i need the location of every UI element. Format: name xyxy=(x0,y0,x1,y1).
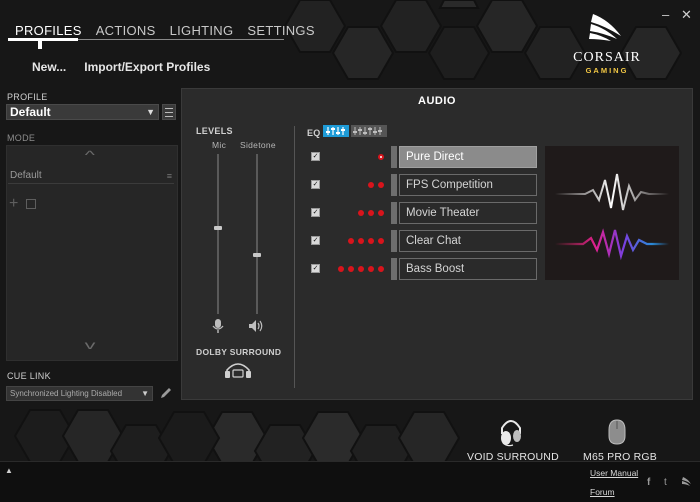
eq-preset-tab xyxy=(391,258,397,280)
eq-intensity-dot xyxy=(358,266,364,272)
corsair-logo: CORSAIR GAMING xyxy=(562,12,652,75)
eq-intensity-dot xyxy=(358,238,364,244)
nav-active-indicator xyxy=(8,38,78,41)
eq-preset-button[interactable]: Clear Chat xyxy=(399,230,537,252)
cue-link-select[interactable]: Synchronized Lighting Disabled ▼ xyxy=(6,386,153,401)
eq-preset-tab xyxy=(391,230,397,252)
logo-sub: GAMING xyxy=(585,66,629,75)
eq-intensity-dot xyxy=(378,238,384,244)
eq-preset-button[interactable]: Bass Boost xyxy=(399,258,537,280)
expand-up-icon[interactable]: ▲ xyxy=(5,466,13,475)
levels-label: LEVELS xyxy=(196,126,233,136)
profile-select[interactable]: Default ▼ xyxy=(6,104,159,120)
eq-intensity-dots xyxy=(320,266,388,274)
sidetone-label: Sidetone xyxy=(240,140,276,150)
import-export-link[interactable]: Import/Export Profiles xyxy=(84,60,210,74)
sidetone-slider-thumb[interactable] xyxy=(253,253,261,258)
waveform-icon xyxy=(555,173,669,261)
duplicate-mode-icon[interactable] xyxy=(26,199,36,209)
edit-pencil-icon[interactable] xyxy=(159,386,173,400)
logo-brand: CORSAIR xyxy=(573,50,641,65)
eq-preset-button[interactable]: FPS Competition xyxy=(399,174,537,196)
cue-link-value: Synchronized Lighting Disabled xyxy=(10,389,123,398)
eq-intensity-dot xyxy=(368,238,374,244)
user-manual-link[interactable]: User Manual xyxy=(590,468,638,478)
eq-preset-checkbox[interactable]: ✓ xyxy=(311,152,320,161)
eq-preset-tab xyxy=(391,146,397,168)
audio-title: AUDIO xyxy=(418,95,456,107)
dolby-label: DOLBY SURROUND xyxy=(196,347,282,357)
profile-menu-button[interactable] xyxy=(162,104,176,120)
eq-preset-tab xyxy=(391,202,397,224)
minimize-button[interactable]: – xyxy=(662,7,669,22)
close-button[interactable]: ✕ xyxy=(681,7,692,23)
facebook-icon[interactable]: f xyxy=(647,477,650,488)
forum-link[interactable]: Forum xyxy=(590,487,615,497)
headset-device-icon[interactable] xyxy=(497,414,525,448)
mode-item-label: Default xyxy=(10,170,42,181)
twitter-icon[interactable]: t xyxy=(664,477,667,488)
profile-label: PROFILE xyxy=(7,92,48,102)
eq-intensity-dot xyxy=(348,266,354,272)
eq-preset-checkbox[interactable]: ✓ xyxy=(311,180,320,189)
add-mode-icon[interactable]: + xyxy=(9,196,18,212)
new-profile-link[interactable]: New... xyxy=(32,60,66,74)
mic-label: Mic xyxy=(212,140,227,150)
eq-label: EQ xyxy=(307,128,321,138)
mode-list-item[interactable]: Default ≡ xyxy=(8,170,174,184)
eq-preset-button[interactable]: Pure Direct xyxy=(399,146,537,168)
speaker-icon[interactable] xyxy=(248,319,266,333)
eq-intensity-dots xyxy=(320,154,388,162)
eq-intensity-dots xyxy=(320,210,388,218)
mic-slider-track[interactable] xyxy=(217,154,219,314)
eq-intensity-dot xyxy=(338,266,344,272)
eq-intensity-dot xyxy=(368,182,374,188)
eq-intensity-dot xyxy=(378,154,384,160)
profile-subnav: New... Import/Export Profiles xyxy=(32,60,210,74)
audio-visualizer xyxy=(545,146,679,280)
tab-lighting[interactable]: LIGHTING xyxy=(163,21,241,44)
eq-preset-button[interactable]: Movie Theater xyxy=(399,202,537,224)
eq-preset-checkbox[interactable]: ✓ xyxy=(311,208,320,217)
eq-intensity-dot xyxy=(368,266,374,272)
dropdown-arrow-icon: ▼ xyxy=(146,107,155,117)
mouse-device-icon[interactable] xyxy=(607,418,627,446)
eq-intensity-dots xyxy=(320,182,388,190)
corsair-social-icon[interactable] xyxy=(681,476,693,488)
sails-icon xyxy=(589,14,621,41)
eq-custom-icon[interactable] xyxy=(351,125,387,137)
chevron-up-icon[interactable]: ^ xyxy=(85,148,95,162)
microphone-icon[interactable] xyxy=(211,318,225,334)
eq-intensity-dots xyxy=(320,238,388,246)
dropdown-arrow-icon: ▼ xyxy=(141,389,149,398)
eq-preset-tab xyxy=(391,174,397,196)
eq-preset-checkbox[interactable]: ✓ xyxy=(311,236,320,245)
eq-intensity-dot xyxy=(378,210,384,216)
eq-intensity-dot xyxy=(358,210,364,216)
headphones-icon[interactable] xyxy=(223,360,253,380)
mic-slider-thumb[interactable] xyxy=(214,226,222,230)
tab-settings[interactable]: SETTINGS xyxy=(240,21,321,44)
nav-active-caret xyxy=(38,41,42,49)
eq-preset-icon[interactable] xyxy=(323,125,349,137)
mode-label: MODE xyxy=(7,133,36,143)
cue-link-label: CUE LINK xyxy=(7,371,51,381)
eq-intensity-dot xyxy=(348,238,354,244)
eq-intensity-dot xyxy=(378,182,384,188)
eq-intensity-dot xyxy=(368,210,374,216)
chevron-down-icon[interactable]: v xyxy=(85,338,96,352)
eq-preset-checkbox[interactable]: ✓ xyxy=(311,264,320,273)
eq-intensity-dot xyxy=(378,266,384,272)
tab-actions[interactable]: ACTIONS xyxy=(89,21,163,44)
sidetone-slider-track[interactable] xyxy=(256,154,258,314)
audio-divider xyxy=(294,126,295,388)
profile-select-value: Default xyxy=(10,105,51,119)
menu-icon: ≡ xyxy=(166,171,172,181)
